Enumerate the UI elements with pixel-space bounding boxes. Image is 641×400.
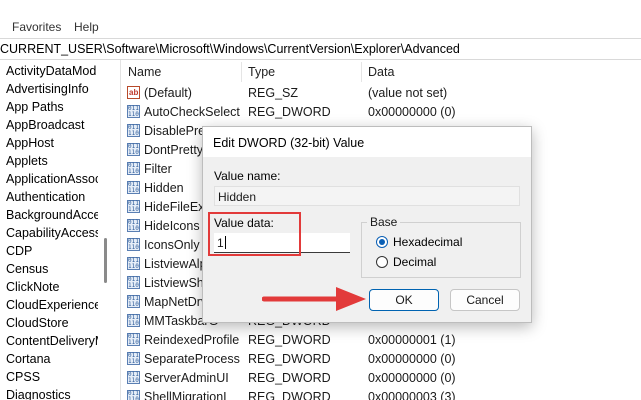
value-name: Filter (144, 162, 172, 176)
tree-item[interactable]: AdvertisingInfo (6, 80, 98, 98)
value-data: (value not set) (368, 86, 448, 100)
hexadecimal-radio[interactable] (376, 236, 388, 248)
address-bar[interactable]: CURRENT_USER\Software\Microsoft\Windows\… (0, 38, 641, 60)
binary-value-icon (127, 200, 140, 213)
decimal-label[interactable]: Decimal (393, 255, 436, 269)
tree-item[interactable]: CloudExperience (6, 296, 98, 314)
column-header-name[interactable]: Name (128, 60, 161, 84)
value-type: REG_DWORD (248, 333, 331, 347)
value-name: DontPrettyI (144, 143, 207, 157)
value-name: ListviewSha (144, 276, 211, 290)
tree-item[interactable]: CapabilityAccess (6, 224, 98, 242)
tree-item[interactable]: AppHost (6, 134, 98, 152)
tree-item[interactable]: Census (6, 260, 98, 278)
table-row[interactable]: ShellMigrationL REG_DWORD 0x00000003 (3) (121, 388, 641, 400)
tree-item[interactable]: Diagnostics (6, 386, 98, 400)
base-group (361, 222, 521, 278)
table-row[interactable]: AutoCheckSelect REG_DWORD 0x00000000 (0) (121, 103, 641, 122)
value-name: AutoCheckSelect (144, 105, 240, 119)
key-tree: ActivityDataMod AdvertisingInfo App Path… (0, 60, 98, 400)
value-name: ShellMigrationL (144, 390, 231, 400)
value-name: Hidden (144, 181, 184, 195)
binary-value-icon (127, 295, 140, 308)
binary-value-icon (127, 333, 140, 346)
binary-value-icon (127, 124, 140, 137)
value-name-field: Hidden (214, 186, 520, 206)
table-row[interactable]: SeparateProcess REG_DWORD 0x00000000 (0) (121, 350, 641, 369)
value-name: HideFileExt (144, 200, 208, 214)
value-name: ReindexedProfile (144, 333, 240, 347)
value-name: IconsOnly (144, 238, 200, 252)
tree-item[interactable]: Applets (6, 152, 98, 170)
binary-value-icon (127, 238, 140, 251)
binary-value-icon (127, 162, 140, 175)
tree-item[interactable]: BackgroundAcce (6, 206, 98, 224)
binary-value-icon (127, 276, 140, 289)
binary-value-icon (127, 105, 140, 118)
annotation-arrow-icon (262, 287, 366, 311)
string-value-icon: ab (127, 86, 140, 99)
tree-item[interactable]: Cortana (6, 350, 98, 368)
value-name-text: Hidden (218, 190, 257, 204)
menu-favorites[interactable]: Favorites (12, 20, 61, 34)
menu-bar: Favorites Help (0, 0, 641, 38)
address-path: CURRENT_USER\Software\Microsoft\Windows\… (0, 42, 460, 56)
decimal-radio[interactable] (376, 256, 388, 268)
tree-item[interactable]: ClickNote (6, 278, 98, 296)
menu-help[interactable]: Help (74, 20, 99, 34)
table-row[interactable]: ReindexedProfile REG_DWORD 0x00000001 (1… (121, 331, 641, 350)
column-header-type[interactable]: Type (248, 60, 275, 84)
value-name-label: Value name: (214, 169, 281, 183)
tree-scrollbar-thumb[interactable] (104, 238, 107, 283)
tree-item[interactable]: ActivityDataMod (6, 62, 98, 80)
value-name: ServerAdminUI (144, 371, 229, 385)
tree-item[interactable]: Authentication (6, 188, 98, 206)
value-name: SeparateProcess (144, 352, 240, 366)
tree-item[interactable]: CloudStore (6, 314, 98, 332)
binary-value-icon (127, 371, 140, 384)
table-row[interactable]: ab (Default) REG_SZ (value not set) (121, 84, 641, 103)
value-type: REG_DWORD (248, 371, 331, 385)
binary-value-icon (127, 181, 140, 194)
value-data: 0x00000000 (0) (368, 371, 456, 385)
ok-button[interactable]: OK (369, 289, 439, 311)
value-name: HideIcons (144, 219, 200, 233)
dialog-title: Edit DWORD (32-bit) Value (213, 136, 365, 150)
value-data: 0x00000003 (3) (368, 390, 456, 400)
column-separator[interactable] (361, 62, 362, 82)
hexadecimal-label[interactable]: Hexadecimal (393, 235, 462, 249)
column-header-data[interactable]: Data (368, 60, 394, 84)
value-name: MapNetDrv (144, 295, 208, 309)
base-group-label: Base (367, 215, 401, 229)
binary-value-icon (127, 352, 140, 365)
value-data: 0x00000000 (0) (368, 352, 456, 366)
tree-item[interactable]: ContentDeliveryM (6, 332, 98, 350)
binary-value-icon (127, 219, 140, 232)
column-separator[interactable] (241, 62, 242, 82)
binary-value-icon (127, 143, 140, 156)
value-name: (Default) (144, 86, 192, 100)
cancel-button[interactable]: Cancel (450, 289, 520, 311)
tree-item[interactable]: AppBroadcast (6, 116, 98, 134)
tree-item[interactable]: CDP (6, 242, 98, 260)
tree-item[interactable]: CPSS (6, 368, 98, 386)
table-row[interactable]: ServerAdminUI REG_DWORD 0x00000000 (0) (121, 369, 641, 388)
annotation-highlight-box (208, 212, 301, 256)
value-type: REG_DWORD (248, 105, 331, 119)
tree-scrollbar[interactable] (99, 60, 113, 400)
value-type: REG_DWORD (248, 352, 331, 366)
value-data: 0x00000001 (1) (368, 333, 456, 347)
value-type: REG_DWORD (248, 390, 331, 400)
value-type: REG_SZ (248, 86, 299, 100)
value-data: 0x00000000 (0) (368, 105, 456, 119)
binary-value-icon (127, 257, 140, 270)
binary-value-icon (127, 390, 140, 400)
value-name: ListviewAlp (144, 257, 207, 271)
binary-value-icon (127, 314, 140, 327)
tree-item[interactable]: ApplicationAssoc (6, 170, 98, 188)
dialog-title-bar[interactable]: Edit DWORD (32-bit) Value (203, 127, 531, 157)
tree-item[interactable]: App Paths (6, 98, 98, 116)
